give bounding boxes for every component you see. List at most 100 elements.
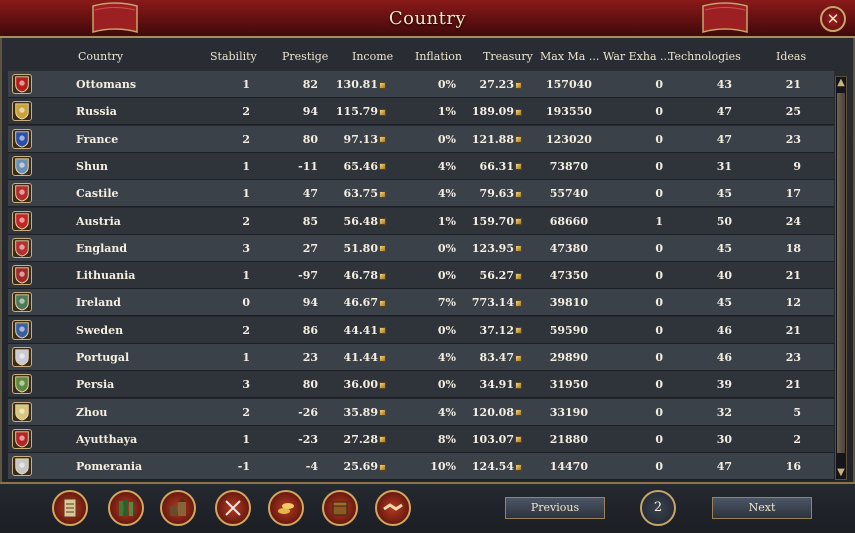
column-header-treasury[interactable]: Treasury (483, 50, 533, 63)
country-flag[interactable] (12, 155, 32, 176)
cell-country[interactable]: Shun (76, 160, 186, 173)
country-flag[interactable] (12, 374, 32, 395)
cell-inflation: 4% (418, 351, 456, 364)
cell-country[interactable]: Russia (76, 105, 186, 118)
column-header-income[interactable]: Income (352, 50, 393, 63)
table-row[interactable]: Zhou 2 -26 35.89 4% 120.08 33190 0 32 5 (8, 398, 834, 426)
cell-prestige: -23 (278, 433, 318, 446)
cell-value: 9 (793, 159, 801, 173)
cell-value: 1 (242, 187, 250, 201)
eagle-icon (15, 103, 29, 120)
scroll-up-arrow-icon[interactable]: ▲ (836, 77, 846, 89)
cell-ideas: 2 (773, 433, 801, 446)
cell-war-exhaustion: 0 (633, 242, 663, 255)
table-row[interactable]: Ayutthaya 1 -23 27.28 8% 103.07 21880 0 30 2 (8, 425, 834, 453)
cell-technologies: 47 (698, 105, 732, 118)
cell-value: 123.95 (471, 241, 514, 255)
country-flag[interactable] (12, 74, 32, 94)
country-flag[interactable] (12, 101, 32, 122)
cell-value: 63.75 (343, 187, 378, 201)
scroll-down-arrow-icon[interactable]: ▼ (836, 467, 846, 479)
cell-value: -11 (298, 159, 318, 173)
previous-button[interactable]: Previous (505, 497, 605, 519)
cell-inflation: 7% (418, 296, 456, 309)
cell-country[interactable]: Ayutthaya (76, 433, 186, 446)
column-header-prestige[interactable]: Prestige (282, 50, 328, 63)
column-header-inflation[interactable]: Inflation (415, 50, 462, 63)
table-row[interactable]: Portugal 1 23 41.44 4% 83.47 29890 0 46 23 (8, 344, 834, 371)
country-flag[interactable] (12, 265, 32, 286)
country-flag[interactable] (12, 237, 32, 258)
table-row[interactable]: Castile 1 47 63.75 4% 79.63 55740 0 45 17 (8, 180, 834, 208)
table-row[interactable]: Sweden 2 86 44.41 0% 37.12 59590 0 46 21 (8, 316, 834, 344)
cell-war-exhaustion: 0 (633, 460, 663, 473)
cell-income: 41.44 (330, 351, 386, 364)
table-row[interactable]: Pomerania -1 -4 25.69 10% 124.54 14470 0 47 16 (8, 453, 834, 481)
close-button[interactable]: ✕ (820, 6, 846, 32)
treasure-chest-icon (332, 501, 348, 516)
cell-value: 27.23 (479, 78, 514, 91)
column-header-country[interactable]: Country (78, 50, 123, 63)
cell-country[interactable]: Lithuania (76, 269, 186, 282)
table-row[interactable]: Russia 2 94 115.79 1% 189.09 193550 0 47 25 (8, 98, 834, 126)
country-flag[interactable] (12, 347, 32, 367)
column-header-ideas[interactable]: Ideas (776, 50, 806, 63)
column-header-technologies[interactable]: Technologies (668, 50, 741, 63)
cell-country[interactable]: France (76, 133, 186, 146)
table-row[interactable]: Ottomans 1 82 130.81 0% 27.23 157040 0 43 21 (8, 71, 834, 98)
diplomacy-button[interactable] (375, 490, 411, 526)
treasury-button[interactable] (322, 490, 358, 526)
scroll-thumb[interactable] (837, 93, 845, 453)
cell-country[interactable]: Zhou (76, 406, 186, 419)
table-row[interactable]: Lithuania 1 -97 46.78 0% 56.27 47350 0 40 21 (8, 262, 834, 290)
cell-value: 4% (437, 187, 456, 201)
scrollbar[interactable]: ▲ ▼ (835, 76, 847, 480)
ducats-icon (515, 272, 522, 280)
country-flag[interactable] (12, 319, 32, 340)
cell-country[interactable]: Pomerania (76, 460, 186, 473)
country-flag[interactable] (12, 183, 32, 204)
cell-country[interactable]: Ireland (76, 296, 186, 309)
economy-button[interactable] (268, 490, 304, 526)
cell-stability: 3 (208, 378, 250, 391)
table-row[interactable]: Austria 2 85 56.48 1% 159.70 68660 1 50 24 (8, 207, 834, 235)
table-row[interactable]: France 2 80 97.13 0% 121.88 123020 0 47 23 (8, 125, 834, 153)
cell-country[interactable]: Persia (76, 378, 186, 391)
cell-value: 36.00 (343, 378, 378, 392)
country-flag[interactable] (12, 292, 32, 313)
books-button[interactable] (108, 490, 144, 526)
cell-value: -4 (305, 460, 318, 474)
column-header-stability[interactable]: Stability (210, 50, 257, 63)
cell-country[interactable]: Ottomans (76, 78, 186, 91)
cell-prestige: -97 (278, 269, 318, 282)
cell-inflation: 1% (418, 105, 456, 118)
table-row[interactable]: Shun 1 -11 65.46 4% 66.31 73870 0 31 9 (8, 152, 834, 180)
buildings-button[interactable] (160, 490, 196, 526)
cell-country[interactable]: Castile (76, 187, 186, 200)
cell-country[interactable]: Sweden (76, 324, 186, 337)
cell-value: 45 (716, 241, 732, 255)
country-flag[interactable] (12, 456, 32, 477)
cell-value: 66.31 (479, 159, 514, 173)
next-button[interactable]: Next (712, 497, 812, 519)
cell-war-exhaustion: 0 (633, 378, 663, 391)
military-button[interactable] (215, 490, 251, 526)
country-flag[interactable] (12, 128, 32, 149)
cell-country[interactable]: Austria (76, 215, 186, 228)
table-row[interactable]: Persia 3 80 36.00 0% 34.91 31950 0 39 21 (8, 371, 834, 399)
ducats-icon (515, 381, 522, 389)
coins-icon (278, 503, 294, 514)
country-flag[interactable] (12, 428, 32, 449)
country-flag[interactable] (12, 401, 32, 422)
cell-income: 97.13 (330, 133, 386, 146)
cell-value: Portugal (76, 351, 130, 364)
column-header-max-manpower[interactable]: Max Ma ... (540, 50, 599, 63)
country-flag[interactable] (12, 210, 32, 231)
table-row[interactable]: England 3 27 51.80 0% 123.95 47380 0 45 18 (8, 234, 834, 262)
column-header-war-exhaustion[interactable]: War Exha ... (603, 50, 671, 63)
cell-country[interactable]: Portugal (76, 351, 186, 364)
cell-income: 46.78 (330, 269, 386, 282)
cell-country[interactable]: England (76, 242, 186, 255)
table-row[interactable]: Ireland 0 94 46.67 7% 773.14 39810 0 45 12 (8, 289, 834, 317)
ledger-button[interactable] (52, 490, 88, 526)
